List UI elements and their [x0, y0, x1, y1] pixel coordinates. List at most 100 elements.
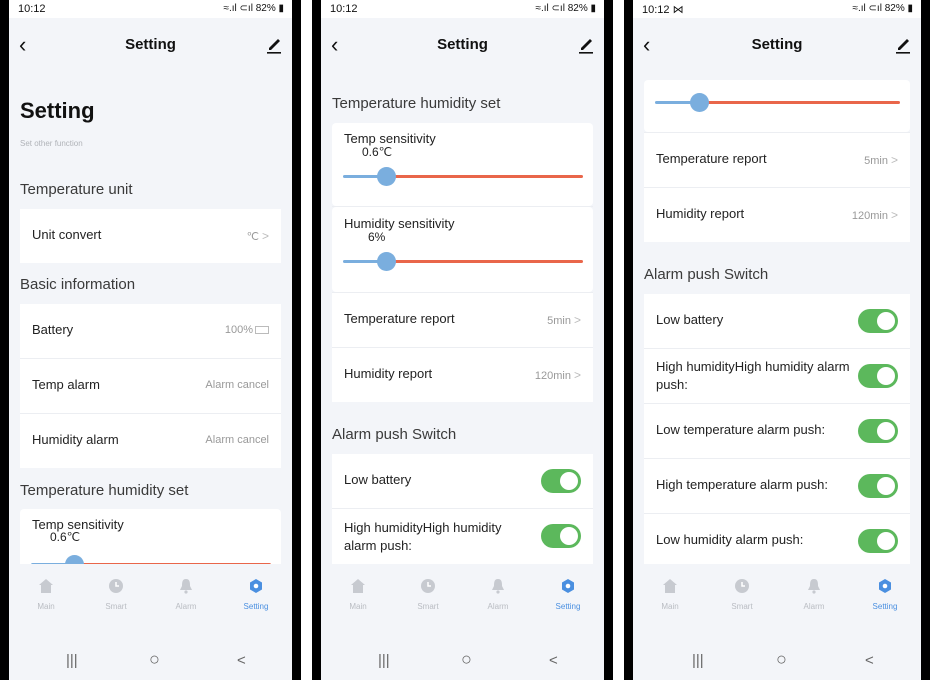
- tab-smart[interactable]: Smart: [712, 578, 772, 611]
- low-battery-toggle[interactable]: [541, 469, 581, 493]
- back-button[interactable]: <: [865, 652, 874, 669]
- recent-apps-button[interactable]: |||: [378, 652, 390, 669]
- high-humidity-toggle[interactable]: [858, 364, 898, 388]
- screen: 10:12 ≈.ıl ⊂ıl 82% ▮ ‹ Setting Temperatu…: [321, 0, 604, 680]
- tab-smart[interactable]: Smart: [86, 578, 146, 611]
- home-button[interactable]: ○: [461, 649, 472, 670]
- temperature-report-text: 5min: [864, 155, 888, 167]
- temp-sensitivity-slider[interactable]: [343, 167, 583, 187]
- tab-label: Setting: [243, 602, 269, 611]
- status-bar: 10:12 ⋈ ≈.ıl ⊂ıl 82% ▮: [633, 0, 921, 18]
- tab-setting[interactable]: Setting: [226, 578, 286, 611]
- system-nav-bar: ||| ○ <: [9, 644, 292, 680]
- page-heading: Setting: [20, 98, 95, 123]
- battery-icon: ▮: [587, 3, 596, 14]
- back-button[interactable]: <: [237, 652, 246, 669]
- tab-label: Main: [661, 602, 679, 611]
- nav-title: Setting: [125, 36, 176, 53]
- tab-alarm[interactable]: Alarm: [784, 578, 844, 611]
- edit-icon[interactable]: [266, 34, 282, 54]
- tab-main[interactable]: Main: [328, 578, 388, 611]
- status-time: 10:12 ⋈: [642, 4, 684, 16]
- clock-icon: [421, 579, 435, 593]
- humidity-report-row[interactable]: Humidity report 120min >: [332, 348, 593, 402]
- recent-apps-button[interactable]: |||: [66, 652, 78, 669]
- low-humidity-toggle[interactable]: [858, 529, 898, 553]
- low-battery-row: Low battery: [332, 454, 593, 508]
- battery-percent: 82%: [884, 3, 905, 14]
- home-button[interactable]: ○: [149, 649, 160, 670]
- tab-main[interactable]: Main: [640, 578, 700, 611]
- chevron-right-icon: >: [890, 153, 898, 167]
- humidity-report-text: 120min: [534, 370, 571, 382]
- status-bar: 10:12 ≈.ıl ⊂ıl 82% ▮: [321, 0, 604, 18]
- signal-icon: ≈.ıl ⊂ıl: [852, 3, 885, 14]
- temperature-report-row[interactable]: Temperature report 5min >: [332, 293, 593, 347]
- humidity-report-value: 120min >: [852, 208, 898, 222]
- bell-icon: [180, 579, 192, 594]
- slider-thumb[interactable]: [65, 555, 84, 564]
- home-button[interactable]: ○: [776, 649, 787, 670]
- recent-apps-button[interactable]: |||: [692, 652, 704, 669]
- tab-label: Main: [349, 602, 367, 611]
- humidity-sensitivity-value: 6%: [368, 230, 386, 244]
- section-alarm-push-switch: Alarm push Switch: [332, 426, 457, 443]
- humidity-report-value: 120min >: [535, 368, 581, 382]
- slider-track-high: [386, 175, 583, 178]
- home-icon: [39, 579, 53, 593]
- content: Setting Set other function Temperature u…: [9, 80, 292, 564]
- high-temp-row: High temperature alarm push:: [644, 459, 910, 513]
- temperature-report-value: 5min >: [547, 313, 581, 327]
- tab-setting[interactable]: Setting: [538, 578, 598, 611]
- temp-sensitivity-label: Temp sensitivity: [344, 131, 436, 146]
- humidity-alarm-value: Alarm cancel: [205, 434, 269, 446]
- humidity-sensitivity-slider[interactable]: [343, 252, 583, 272]
- low-humidity-label: Low humidity alarm push:: [656, 532, 804, 547]
- temp-alarm-value: Alarm cancel: [205, 379, 269, 391]
- temperature-report-row[interactable]: Temperature report 5min >: [644, 133, 910, 187]
- status-icons: ≈.ıl ⊂ıl 82% ▮: [224, 3, 285, 14]
- settings-hex-icon: [250, 579, 262, 593]
- tab-label: Smart: [105, 602, 127, 611]
- status-time: 10:12: [330, 3, 358, 15]
- humidity-report-row[interactable]: Humidity report 120min >: [644, 188, 910, 242]
- edit-icon[interactable]: [578, 34, 594, 54]
- tab-setting[interactable]: Setting: [855, 578, 915, 611]
- back-button[interactable]: <: [549, 652, 558, 669]
- slider-thumb[interactable]: [377, 252, 396, 271]
- tab-label: Alarm: [175, 602, 197, 611]
- temperature-report-text: 5min: [547, 315, 571, 327]
- nav-title: Setting: [437, 36, 488, 53]
- phone-screen-3: 10:12 ⋈ ≈.ıl ⊂ıl 82% ▮ ‹ Setting Tempera…: [624, 0, 930, 680]
- low-battery-row: Low battery: [644, 294, 910, 348]
- humidity-sensitivity-slider[interactable]: [655, 93, 900, 113]
- settings-hex-icon: [879, 579, 891, 593]
- low-temp-label: Low temperature alarm push:: [656, 422, 826, 437]
- tab-alarm[interactable]: Alarm: [468, 578, 528, 611]
- high-temp-label: High temperature alarm push:: [656, 477, 828, 492]
- unit-convert-row[interactable]: Unit convert ℃ >: [20, 209, 281, 263]
- bell-icon: [492, 579, 504, 594]
- slider-thumb[interactable]: [377, 167, 396, 186]
- high-temp-toggle[interactable]: [858, 474, 898, 498]
- tab-smart[interactable]: Smart: [398, 578, 458, 611]
- temp-sensitivity-slider[interactable]: [31, 555, 271, 564]
- nav-bar: ‹ Setting: [9, 18, 292, 80]
- slider-track-high: [386, 260, 583, 263]
- edit-icon[interactable]: [895, 34, 911, 54]
- tab-alarm[interactable]: Alarm: [156, 578, 216, 611]
- high-humidity-label: High humidityHigh humidity alarm push:: [344, 520, 502, 553]
- clock-icon: [735, 579, 749, 593]
- tab-label: Alarm: [803, 602, 825, 611]
- high-humidity-row: High humidityHigh humidity alarm push:: [644, 349, 910, 403]
- low-battery-toggle[interactable]: [858, 309, 898, 333]
- slider-thumb[interactable]: [690, 93, 709, 112]
- tab-bar: Main Smart Alarm Setting: [321, 564, 604, 644]
- system-nav-bar: ||| ○ <: [633, 644, 921, 680]
- humidity-sensitivity-label: Humidity sensitivity: [344, 216, 455, 231]
- high-humidity-toggle[interactable]: [541, 524, 581, 548]
- signal-icon: ≈.ıl ⊂ıl: [223, 3, 256, 14]
- tab-main[interactable]: Main: [16, 578, 76, 611]
- tab-bar: Main Smart Alarm Setting: [633, 564, 921, 644]
- low-temp-toggle[interactable]: [858, 419, 898, 443]
